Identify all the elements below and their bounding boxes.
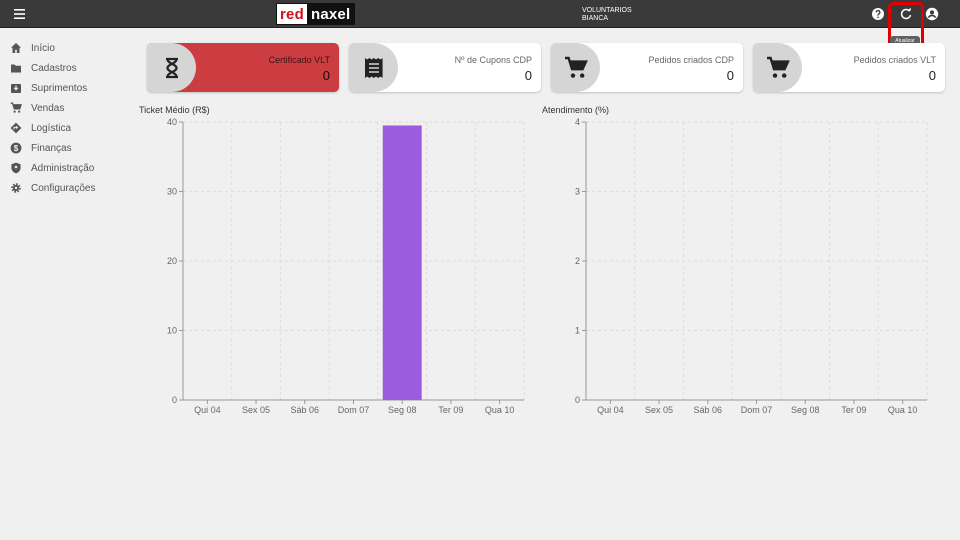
x-tick-label: Sex 05 (645, 405, 673, 415)
y-tick-label: 4 (575, 117, 580, 127)
kpi-card-pedidos-cdp[interactable]: Pedidos criados CDP 0 (551, 43, 743, 92)
sidebar-item-cadastros[interactable]: Cadastros (0, 58, 130, 78)
sidebar-item-configuracoes[interactable]: Configurações (0, 178, 130, 198)
card-title: Nº de Cupons CDP (454, 55, 532, 65)
sidebar-item-label: Vendas (31, 102, 65, 114)
logo-part-naxel: naxel (306, 4, 355, 24)
x-tick-label: Sáb 06 (694, 405, 723, 415)
sidebar: Início Cadastros Suprimentos Vendas Logí… (0, 38, 130, 198)
x-tick-label: Sex 05 (242, 405, 270, 415)
logo-part-red: red (277, 4, 307, 24)
sidebar-item-label: Finanças (31, 142, 72, 154)
sidebar-item-label: Suprimentos (31, 82, 88, 94)
x-tick-label: Ter 09 (841, 405, 866, 415)
home-icon (10, 42, 22, 54)
chart-atendimento: 0 1 2 3 4 Qui 04 Sex 05 Sáb 06 Dom 07 Seg 08 Ter 0… (575, 117, 928, 415)
kpi-card-certificado-vlt[interactable]: Certificado VLT 0 (147, 43, 339, 92)
x-tick-label: Seg 08 (791, 405, 820, 415)
folder-icon (10, 62, 22, 74)
sidebar-item-label: Configurações (31, 182, 96, 194)
card-value: 0 (524, 68, 532, 83)
y-tick-label: 30 (167, 187, 177, 197)
card-title: Certificado VLT (268, 55, 330, 65)
sidebar-item-label: Administração (31, 162, 95, 174)
y-tick-label: 3 (575, 187, 580, 197)
cart-icon (765, 55, 791, 81)
cart-icon (563, 55, 589, 81)
refresh-icon[interactable] (899, 7, 913, 21)
directions-icon (10, 122, 22, 134)
y-tick-label: 1 (575, 326, 580, 336)
y-tick-label: 0 (172, 395, 177, 405)
chart-ticket-medio: 0 10 20 30 40 Qui 04 Sex 05 Sáb 06 Dom 07 Seg 08 T… (167, 117, 525, 415)
y-tick-label: 0 (575, 395, 580, 405)
help-icon[interactable] (871, 7, 885, 21)
kpi-card-pedidos-vlt[interactable]: Pedidos criados VLT 0 (753, 43, 945, 92)
x-tick-label: Qua 10 (888, 405, 918, 415)
kpi-card-cupons-cdp[interactable]: Nº de Cupons CDP 0 (349, 43, 541, 92)
shield-icon (10, 162, 22, 174)
sidebar-item-vendas[interactable]: Vendas (0, 98, 130, 118)
user-info: VOLUNTARIOS BIANCA (582, 7, 632, 23)
account-icon[interactable] (925, 7, 939, 21)
x-tick-label: Ter 09 (438, 405, 463, 415)
bar[interactable] (382, 125, 422, 400)
sidebar-item-inicio[interactable]: Início (0, 38, 130, 58)
y-tick-label: 20 (167, 256, 177, 266)
sidebar-item-logistica[interactable]: Logística (0, 118, 130, 138)
y-tick-label: 10 (167, 326, 177, 336)
user-name: BIANCA (582, 15, 609, 22)
inbox-icon (10, 82, 22, 94)
brand-logo[interactable]: red naxel (276, 3, 356, 25)
sidebar-item-label: Cadastros (31, 62, 77, 74)
svg-text:$: $ (14, 144, 19, 153)
sidebar-item-label: Logística (31, 122, 72, 134)
gear-icon (10, 182, 22, 194)
dollar-icon: $ (10, 142, 22, 154)
user-group-name: VOLUNTARIOS (582, 7, 632, 14)
x-tick-label: Dom 07 (338, 405, 370, 415)
x-tick-label: Seg 08 (388, 405, 417, 415)
card-title: Pedidos criados CDP (648, 55, 734, 65)
sidebar-item-administracao[interactable]: Administração (0, 158, 130, 178)
hourglass-icon (159, 55, 185, 81)
top-app-bar: red naxel VOLUNTARIOS BIANCA (0, 0, 960, 28)
receipt-icon (361, 55, 387, 81)
cart-icon (10, 102, 22, 114)
card-title: Pedidos criados VLT (853, 55, 936, 65)
card-value: 0 (726, 68, 734, 83)
x-tick-label: Qui 04 (194, 405, 221, 415)
x-tick-label: Qua 10 (485, 405, 515, 415)
sidebar-item-label: Início (31, 42, 55, 54)
sidebar-item-financas[interactable]: $ Finanças (0, 138, 130, 158)
y-tick-label: 40 (167, 117, 177, 127)
menu-icon[interactable] (12, 6, 30, 22)
card-value: 0 (322, 68, 330, 83)
x-tick-label: Sáb 06 (291, 405, 320, 415)
x-tick-label: Qui 04 (597, 405, 624, 415)
y-tick-label: 2 (575, 256, 580, 266)
card-value: 0 (928, 68, 936, 83)
x-tick-label: Dom 07 (741, 405, 773, 415)
sidebar-item-suprimentos[interactable]: Suprimentos (0, 78, 130, 98)
